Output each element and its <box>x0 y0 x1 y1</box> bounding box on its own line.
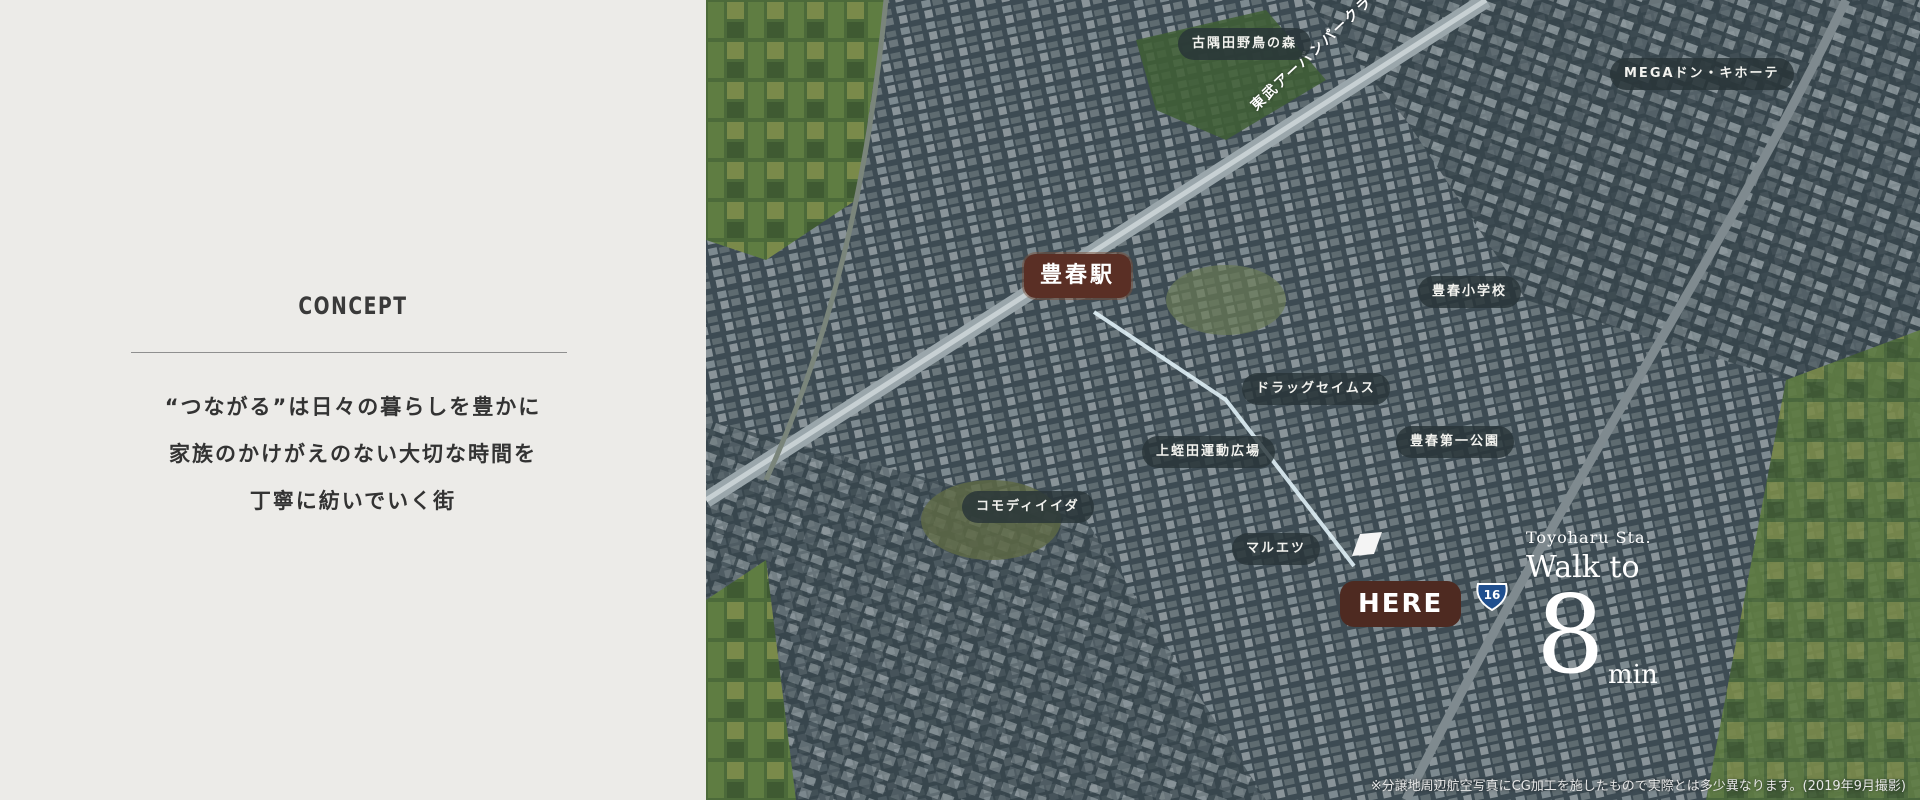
aerial-map: 東武アーバンパークライン 古隅田野鳥の森 MEGAドン・キホーテ 豊春小学校 ド… <box>706 0 1920 800</box>
landmark-school: 豊春小学校 <box>1418 276 1522 308</box>
landmark-maruetsu: マルエツ <box>1232 533 1321 565</box>
landmark-sports-ground: 上蛭田運動広場 <box>1142 436 1276 468</box>
station-badge: 豊春駅 <box>1024 254 1132 298</box>
landmark-comodi-iida: コモディイイダ <box>962 491 1094 523</box>
concept-body: “つながる”は日々の暮らしを豊かに 家族のかけがえのない大切な時間を 丁寧に紡い… <box>0 384 706 525</box>
landmark-forest: 古隅田野鳥の森 <box>1178 28 1312 60</box>
landmark-park: 豊春第一公園 <box>1396 426 1515 458</box>
concept-line-3: 丁寧に紡いでいく街 <box>249 489 457 513</box>
concept-divider <box>131 352 567 353</box>
concept-line-2: 家族のかけがえのない大切な時間を <box>169 442 537 466</box>
concept-panel: CONCEPT “つながる”は日々の暮らしを豊かに 家族のかけがえのない大切な時… <box>0 0 706 800</box>
here-badge: HERE <box>1340 581 1462 627</box>
concept-line-1: “つながる”は日々の暮らしを豊かに <box>164 395 542 419</box>
route-number: 16 <box>1483 588 1501 602</box>
photo-disclaimer: ※分譲地周辺航空写真にCG加工を施したもので実際とは多少異なります。(2019年… <box>1370 779 1906 794</box>
walk-unit: min <box>1608 660 1658 690</box>
walk-minutes: 8 <box>1536 573 1605 698</box>
route-16-shield-icon: 16 <box>1474 582 1510 612</box>
landmark-drugstore: ドラッグセイムス <box>1242 373 1390 405</box>
walk-station-name: Toyoharu Sta. <box>1526 528 1652 547</box>
concept-heading: CONCEPT <box>298 292 408 320</box>
landmark-mega-donki: MEGAドン・キホーテ <box>1610 58 1794 90</box>
